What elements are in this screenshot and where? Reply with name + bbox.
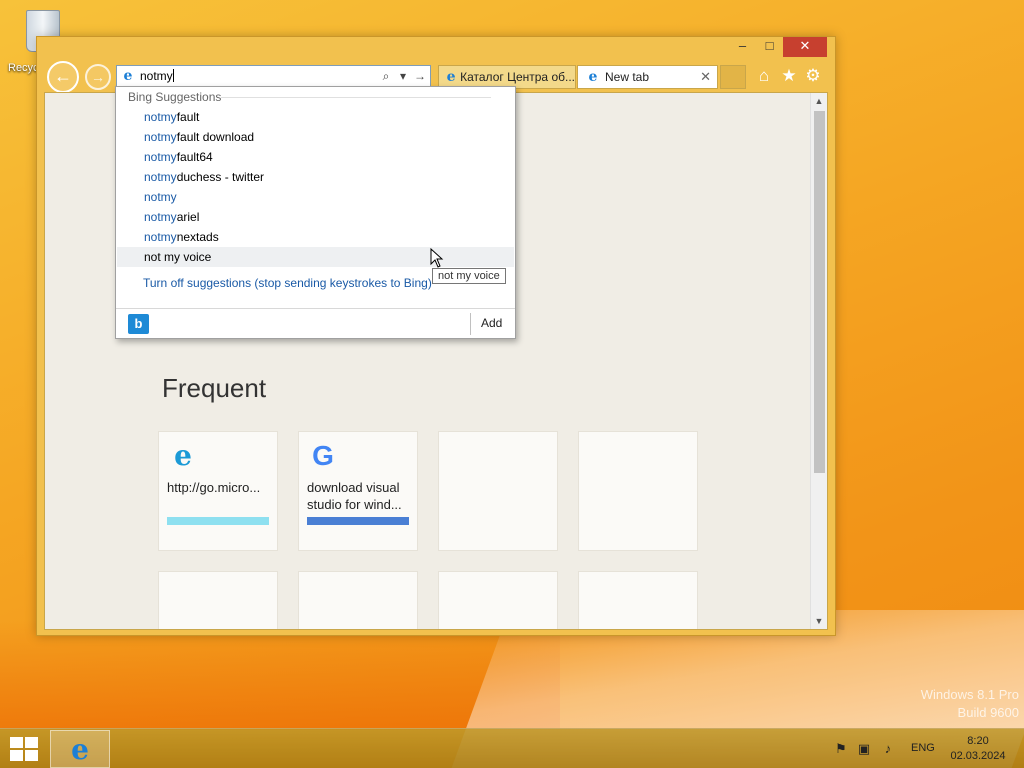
suggestion-item[interactable]: notmynextads bbox=[117, 227, 514, 247]
back-button[interactable]: ← bbox=[47, 61, 79, 93]
suggestion-item[interactable]: notmyfault download bbox=[117, 127, 514, 147]
frequent-tile-empty[interactable] bbox=[438, 571, 558, 629]
ie-logo-icon: e bbox=[174, 439, 192, 472]
tile-label: http://go.micro... bbox=[167, 480, 261, 495]
ie-tab-icon: e bbox=[446, 69, 456, 85]
maximize-button[interactable]: □ bbox=[756, 37, 783, 57]
bing-icon[interactable]: b bbox=[128, 314, 149, 334]
new-tab-button[interactable] bbox=[720, 65, 746, 89]
frequent-tile-empty[interactable] bbox=[298, 571, 418, 629]
frequent-tile-empty[interactable] bbox=[438, 431, 558, 551]
watermark-edition: Windows 8.1 Pro bbox=[920, 687, 1019, 702]
watermark-build: Build 9600 bbox=[957, 705, 1019, 720]
turn-off-suggestions-link[interactable]: Turn off suggestions (stop sending keyst… bbox=[143, 276, 432, 290]
close-tab-icon[interactable]: ✕ bbox=[700, 69, 711, 85]
suggestion-item[interactable]: notmy bbox=[117, 187, 514, 207]
frequent-heading: Frequent bbox=[162, 373, 267, 403]
clock-time: 8:20 bbox=[967, 735, 989, 747]
windows-logo-pane bbox=[10, 750, 23, 761]
vertical-scrollbar[interactable]: ▲ ▼ bbox=[810, 93, 827, 629]
scroll-up-icon[interactable]: ▲ bbox=[811, 93, 827, 109]
address-bar[interactable]: e notmy ⌕ ▾ → bbox=[116, 65, 431, 87]
gear-icon[interactable]: ⚙ bbox=[802, 65, 824, 87]
tab-new-tab[interactable]: e New tab ✕ bbox=[577, 65, 718, 89]
recycle-bin-label: Recyc bbox=[8, 62, 39, 74]
google-logo-icon: G bbox=[312, 440, 334, 471]
suggestions-dropdown: Bing Suggestions notmyfault notmyfault d… bbox=[115, 86, 516, 339]
windows-watermark: Windows 8.1 Pro Build 9600 bbox=[921, 686, 1019, 722]
taskbar: e ⚑ ▣ ♪ ENG 8:20 02.03.2024 bbox=[0, 728, 1024, 768]
frequent-tile[interactable]: G download visual studio for wind... bbox=[298, 431, 418, 551]
scroll-thumb[interactable] bbox=[814, 111, 825, 473]
divider bbox=[221, 97, 491, 98]
search-icon[interactable]: ⌕ bbox=[379, 69, 393, 84]
chevron-down-icon[interactable]: ▾ bbox=[396, 69, 410, 83]
add-button[interactable]: Add bbox=[481, 316, 502, 330]
tile-color-bar bbox=[307, 517, 409, 525]
frequent-tile-empty[interactable] bbox=[578, 571, 698, 629]
minimize-button[interactable]: – bbox=[729, 37, 756, 57]
frequent-tile-empty[interactable] bbox=[158, 571, 278, 629]
network-icon[interactable]: ▣ bbox=[856, 741, 872, 757]
suggestion-item[interactable]: notmyfault bbox=[117, 107, 514, 127]
ie-logo-icon: e bbox=[71, 733, 89, 766]
clock-date: 02.03.2024 bbox=[950, 750, 1006, 762]
suggestions-footer: b Add bbox=[116, 308, 515, 338]
ie-page-icon: e bbox=[123, 68, 133, 84]
favorites-star-icon[interactable]: ★ bbox=[778, 65, 800, 87]
suggestions-header: Bing Suggestions bbox=[128, 90, 222, 104]
scroll-down-icon[interactable]: ▼ bbox=[811, 613, 827, 629]
taskbar-ie-button[interactable]: e bbox=[50, 730, 110, 768]
forward-button[interactable]: → bbox=[85, 64, 111, 90]
language-indicator[interactable]: ENG bbox=[911, 742, 935, 754]
clock[interactable]: 8:20 02.03.2024 bbox=[948, 734, 1008, 764]
tile-color-bar bbox=[167, 517, 269, 525]
suggestion-item-hovered[interactable]: not my voice bbox=[117, 247, 514, 267]
flag-icon[interactable]: ⚑ bbox=[833, 741, 849, 757]
windows-logo-pane bbox=[25, 750, 38, 761]
suggestion-item[interactable]: notmyariel bbox=[117, 207, 514, 227]
frequent-tile[interactable]: e http://go.micro... bbox=[158, 431, 278, 551]
windows-logo-pane bbox=[25, 737, 38, 748]
tab-label: New tab bbox=[605, 70, 650, 84]
tile-label: download visual studio for wind... bbox=[307, 480, 402, 512]
tab-label: Каталог Центра об... bbox=[460, 70, 575, 84]
divider bbox=[470, 313, 471, 335]
windows-logo-icon bbox=[10, 737, 23, 748]
suggestions-list: notmyfault notmyfault download notmyfaul… bbox=[117, 107, 514, 267]
volume-muted-icon[interactable]: ♪ bbox=[880, 741, 896, 757]
suggestion-item[interactable]: notmyfault64 bbox=[117, 147, 514, 167]
address-input[interactable]: notmy bbox=[140, 69, 379, 83]
suggestion-item[interactable]: notmyduchess - twitter bbox=[117, 167, 514, 187]
close-button[interactable]: ✕ bbox=[783, 37, 827, 57]
ie-tab-icon: e bbox=[588, 69, 598, 85]
frequent-tile-empty[interactable] bbox=[578, 431, 698, 551]
tooltip: not my voice bbox=[432, 268, 506, 284]
home-icon[interactable]: ⌂ bbox=[753, 65, 775, 87]
go-arrow-icon[interactable]: → bbox=[413, 69, 427, 83]
start-button[interactable] bbox=[10, 737, 40, 761]
caption-buttons: – □ ✕ bbox=[729, 37, 827, 57]
